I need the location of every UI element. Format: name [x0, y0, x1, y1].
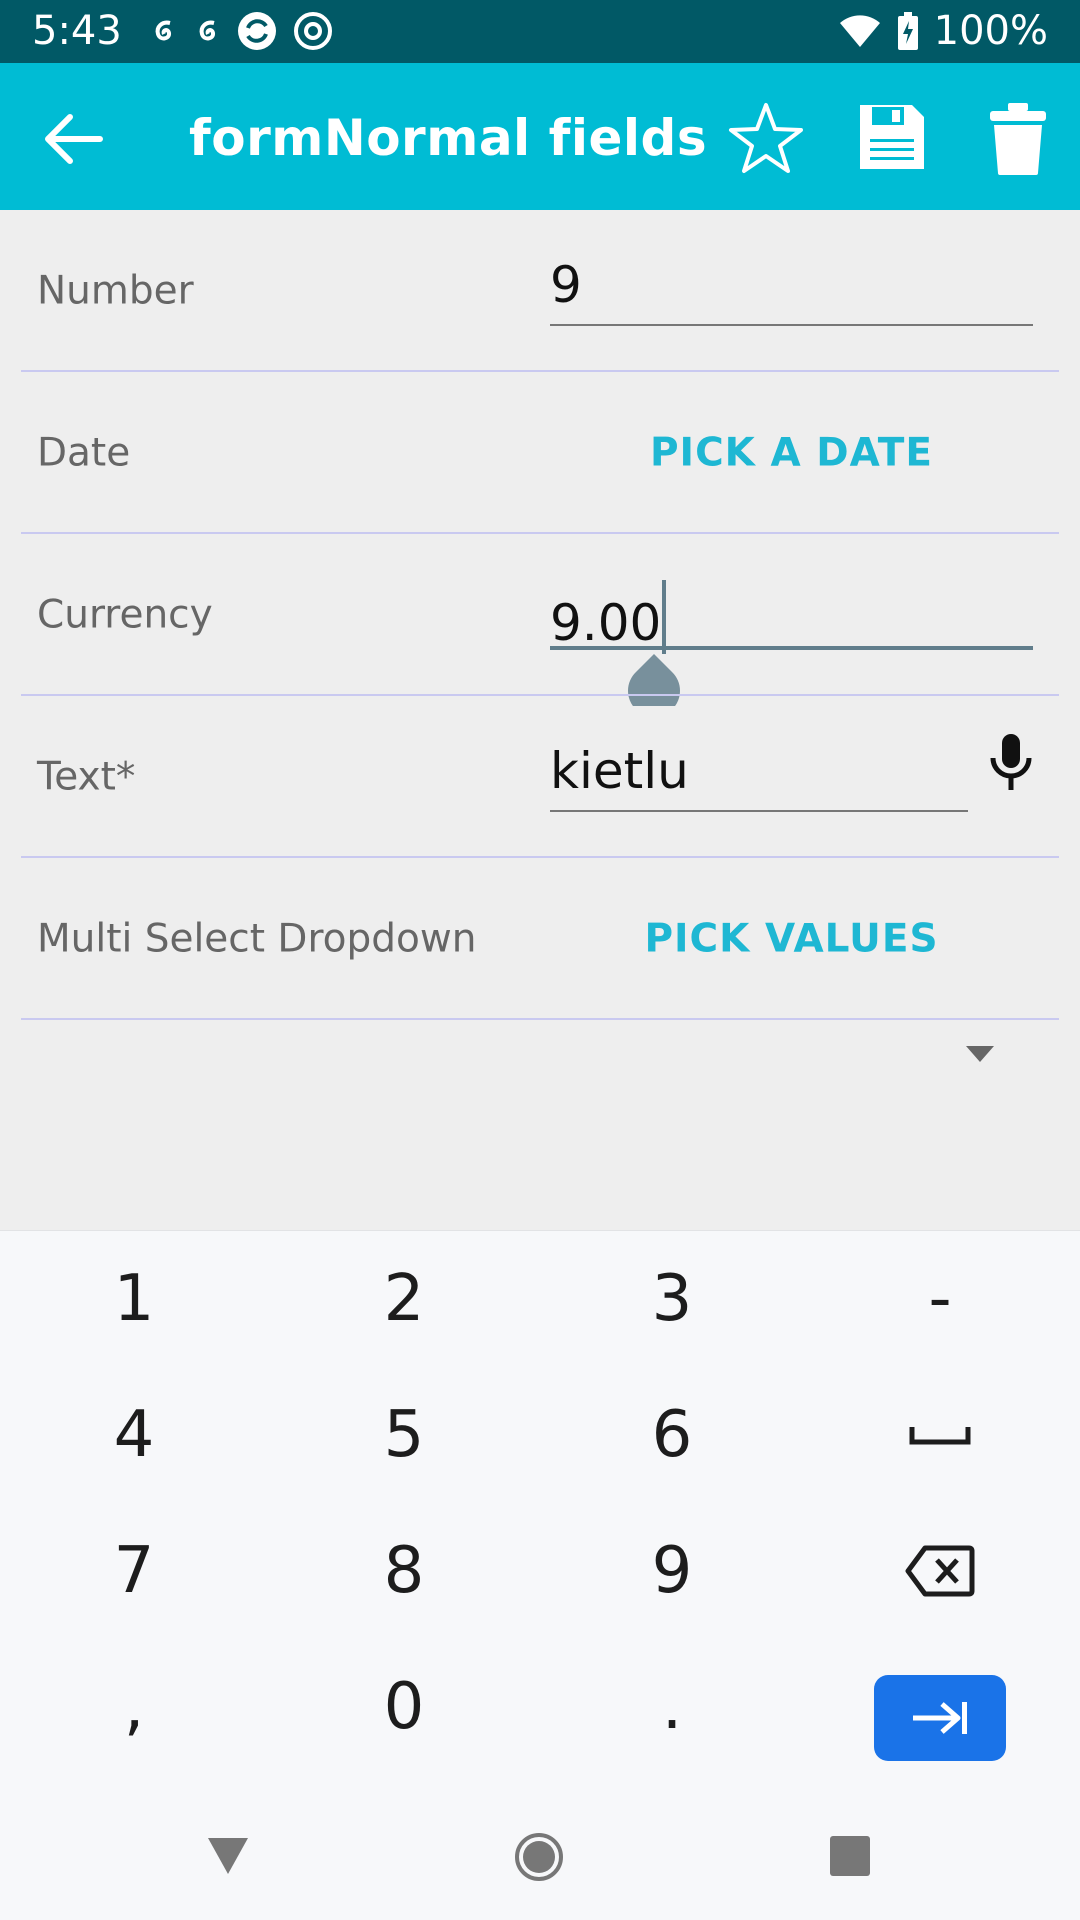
star-icon[interactable]: [726, 99, 806, 179]
delete-icon[interactable]: [986, 101, 1050, 177]
nav-home-icon[interactable]: [514, 1832, 564, 1882]
row-divider: [21, 1018, 1059, 1020]
sync-icon: [238, 12, 276, 50]
key-2[interactable]: 2: [270, 1231, 538, 1367]
navigation-bar: [0, 1814, 1080, 1920]
key-backspace[interactable]: [806, 1503, 1074, 1639]
notification-icon: [199, 20, 216, 41]
save-icon[interactable]: [856, 101, 928, 173]
key-0[interactable]: 0: [270, 1639, 538, 1775]
key-5[interactable]: 5: [270, 1367, 538, 1503]
space-icon: [909, 1427, 971, 1445]
field-label: Number: [37, 268, 194, 314]
at-sign-icon: [294, 12, 332, 50]
currency-value: 9.00: [550, 594, 662, 652]
key-8[interactable]: 8: [270, 1503, 538, 1639]
key-space[interactable]: [806, 1367, 1074, 1503]
field-label: Date: [37, 430, 131, 476]
key-comma[interactable]: ,: [0, 1639, 268, 1775]
number-value: 9: [550, 256, 582, 314]
battery-charging-icon: [897, 12, 918, 50]
status-notifications: [148, 10, 334, 52]
text-value: kietlu: [550, 742, 689, 800]
key-1[interactable]: 1: [0, 1231, 268, 1367]
backspace-icon: [905, 1545, 975, 1597]
input-underline: [550, 324, 1033, 326]
nav-recents-icon[interactable]: [830, 1836, 870, 1876]
nav-back-icon[interactable]: [206, 1834, 250, 1878]
field-label: Multi Select Dropdown: [37, 916, 477, 962]
field-number: Number 9: [0, 210, 1080, 372]
status-system-icons: 100%: [838, 8, 1048, 54]
field-label: Currency: [37, 592, 213, 638]
field-label: Text*: [37, 754, 136, 800]
back-arrow-icon[interactable]: [36, 103, 108, 175]
currency-input[interactable]: 9.00: [550, 570, 1033, 706]
field-multi-select: Multi Select Dropdown PICK VALUES: [0, 858, 1080, 1020]
key-9[interactable]: 9: [538, 1503, 806, 1639]
dropdown-arrow-icon[interactable]: [966, 1046, 994, 1062]
key-4[interactable]: 4: [0, 1367, 268, 1503]
notification-icon: [155, 20, 172, 41]
number-input[interactable]: 9: [550, 246, 1033, 326]
microphone-icon[interactable]: [988, 732, 1034, 792]
pick-values-button[interactable]: PICK VALUES: [550, 917, 1033, 962]
app-bar: formNormal fields: [0, 63, 1080, 210]
numeric-keyboard: 1 2 3 - 4 5 6 7 8 9 , 0 .: [0, 1230, 1080, 1814]
form: Number 9 Date PICK A DATE Currency 9.00 …: [0, 210, 1080, 1230]
key-period[interactable]: .: [538, 1639, 806, 1775]
field-date: Date PICK A DATE: [0, 372, 1080, 534]
field-text: Text* kietlu: [0, 696, 1080, 858]
key-7[interactable]: 7: [0, 1503, 268, 1639]
battery-percentage: 100%: [933, 8, 1048, 54]
wifi-icon: [839, 15, 880, 47]
page-title: formNormal fields: [189, 109, 708, 167]
key-6[interactable]: 6: [538, 1367, 806, 1503]
tab-next-icon: [913, 1702, 967, 1734]
pick-date-button[interactable]: PICK A DATE: [550, 431, 1033, 476]
status-time: 5:43: [32, 8, 122, 54]
key-3[interactable]: 3: [538, 1231, 806, 1367]
field-currency: Currency 9.00: [0, 534, 1080, 706]
status-bar: 5:43 100%: [0, 0, 1080, 63]
input-underline: [550, 810, 968, 812]
key-minus[interactable]: -: [806, 1231, 1074, 1367]
text-cursor: [662, 580, 667, 654]
text-input[interactable]: kietlu: [550, 732, 968, 812]
input-underline: [550, 646, 1033, 650]
tab-next-button[interactable]: [874, 1675, 1006, 1761]
